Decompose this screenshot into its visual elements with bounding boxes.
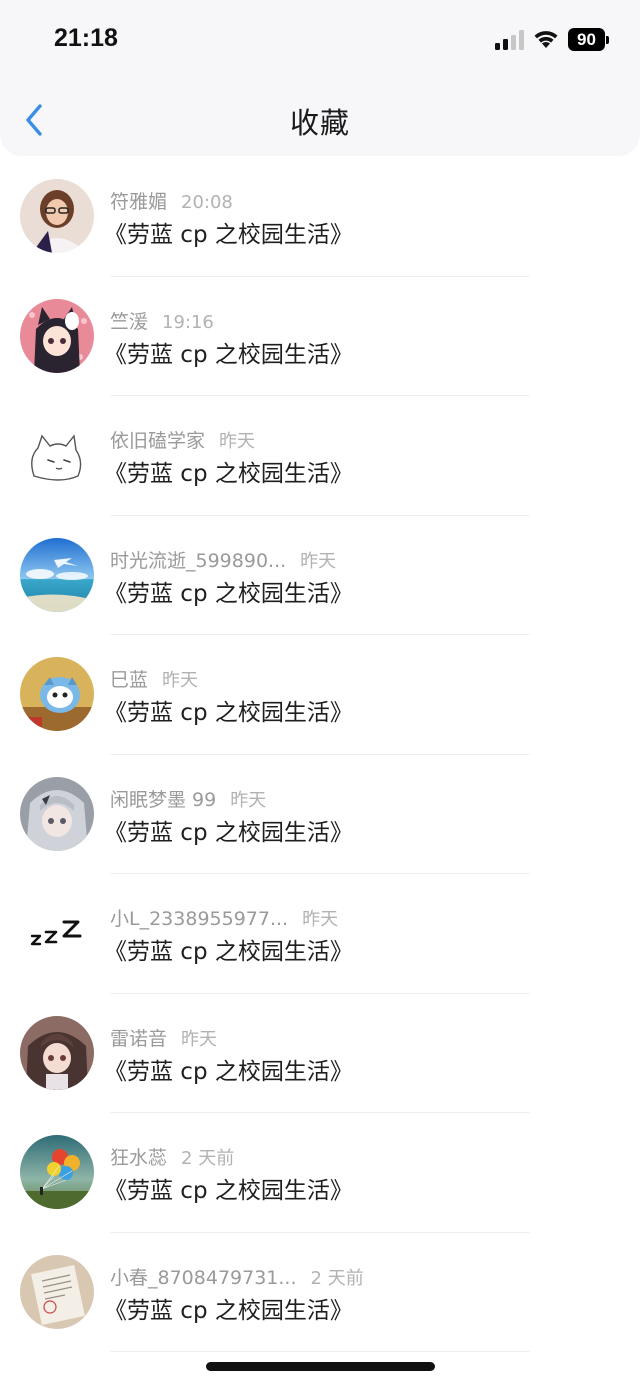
list-item[interactable]: 时光流逝_599890... 昨天 《劳蓝 cp 之校园生活》 xyxy=(0,516,640,635)
avatar[interactable] xyxy=(20,1015,94,1090)
item-time: 2 天前 xyxy=(181,1148,235,1169)
item-meta: 巳蓝 昨天 xyxy=(110,665,198,691)
list-item[interactable]: 符雅媚 20:08 《劳蓝 cp 之校园生活》 xyxy=(0,157,640,277)
battery-icon: 90 xyxy=(568,28,610,51)
item-title[interactable]: 《劳蓝 cp 之校园生活》 xyxy=(104,1052,353,1086)
item-title[interactable]: 《劳蓝 cp 之校园生活》 xyxy=(104,215,353,249)
item-meta: 依旧磕学家 昨天 xyxy=(110,426,255,452)
avatar[interactable] xyxy=(20,896,94,970)
item-title[interactable]: 《劳蓝 cp 之校园生活》 xyxy=(104,1171,353,1205)
item-title[interactable]: 《劳蓝 cp 之校园生活》 xyxy=(104,932,353,966)
page-title: 收藏 xyxy=(289,106,350,140)
item-meta: 狂水蕊 2 天前 xyxy=(110,1143,234,1169)
status-time: 21:18 xyxy=(54,24,118,52)
item-meta: 闲眠梦墨 99 昨天 xyxy=(110,785,266,811)
user-name[interactable]: 巳蓝 xyxy=(110,669,148,691)
list-item[interactable]: 巳蓝 昨天 《劳蓝 cp 之校园生活》 xyxy=(0,635,640,755)
list-item[interactable]: 狂水蕊 2 天前 《劳蓝 cp 之校园生活》 xyxy=(0,1113,640,1233)
top-bar: 21:18 90 收藏 xyxy=(0,0,640,155)
avatar[interactable] xyxy=(20,657,94,731)
item-time: 昨天 xyxy=(162,670,199,691)
item-time: 2 天前 xyxy=(310,1267,364,1289)
user-name[interactable]: 雷诺音 xyxy=(110,1028,167,1050)
item-time: 昨天 xyxy=(181,1028,218,1050)
user-name[interactable]: 闲眠梦墨 99 xyxy=(110,789,216,811)
avatar[interactable] xyxy=(20,1135,94,1209)
favorites-list: 符雅媚 20:08 《劳蓝 cp 之校园生活》 竺湲 19:16 《劳蓝 cp … xyxy=(0,157,640,1352)
battery-level: 90 xyxy=(568,28,605,51)
list-item[interactable]: 依旧磕学家 昨天 《劳蓝 cp 之校园生活》 xyxy=(0,396,640,516)
item-title[interactable]: 《劳蓝 cp 之校园生活》 xyxy=(104,574,353,608)
home-indicator[interactable] xyxy=(206,1362,435,1371)
list-item[interactable]: 小L_2338955977... 昨天 《劳蓝 cp 之校园生活》 xyxy=(0,874,640,994)
user-name[interactable]: 竺湲 xyxy=(110,311,148,333)
avatar[interactable] xyxy=(20,179,94,253)
list-item[interactable]: 闲眠梦墨 99 昨天 《劳蓝 cp 之校园生活》 xyxy=(0,755,640,874)
user-name[interactable]: 狂水蕊 xyxy=(110,1147,167,1169)
divider xyxy=(110,1351,530,1352)
item-title[interactable]: 《劳蓝 cp 之校园生活》 xyxy=(104,1291,353,1325)
item-time: 昨天 xyxy=(300,550,337,572)
item-title[interactable]: 《劳蓝 cp 之校园生活》 xyxy=(104,693,353,727)
item-title[interactable]: 《劳蓝 cp 之校园生活》 xyxy=(104,335,353,369)
list-item[interactable]: 小春_8708479731... 2 天前 《劳蓝 cp 之校园生活》 xyxy=(0,1233,640,1352)
item-time: 昨天 xyxy=(219,431,256,452)
battery-tip xyxy=(606,36,609,44)
item-time: 昨天 xyxy=(230,789,267,811)
avatar[interactable] xyxy=(20,418,94,492)
avatar[interactable] xyxy=(20,776,94,851)
avatar[interactable] xyxy=(20,1254,94,1329)
list-item[interactable]: 竺湲 19:16 《劳蓝 cp 之校园生活》 xyxy=(0,277,640,396)
item-title[interactable]: 《劳蓝 cp 之校园生活》 xyxy=(104,454,353,488)
user-name[interactable]: 符雅媚 xyxy=(110,191,167,213)
item-meta: 小春_8708479731... 2 天前 xyxy=(110,1263,364,1289)
item-title[interactable]: 《劳蓝 cp 之校园生活》 xyxy=(104,813,353,847)
item-time: 昨天 xyxy=(302,909,339,930)
user-name[interactable]: 小L_2338955977... xyxy=(110,908,288,930)
avatar[interactable] xyxy=(20,298,94,373)
item-meta: 雷诺音 昨天 xyxy=(110,1024,217,1050)
item-meta: 符雅媚 20:08 xyxy=(110,187,233,213)
list-item[interactable]: 雷诺音 昨天 《劳蓝 cp 之校园生活》 xyxy=(0,994,640,1113)
wifi-icon xyxy=(534,31,558,48)
avatar[interactable] xyxy=(20,537,94,612)
user-name[interactable]: 依旧磕学家 xyxy=(110,430,205,452)
user-name[interactable]: 时光流逝_599890... xyxy=(110,550,286,572)
item-meta: 时光流逝_599890... 昨天 xyxy=(110,546,336,572)
item-meta: 小L_2338955977... 昨天 xyxy=(110,904,338,930)
item-time: 20:08 xyxy=(181,192,233,213)
signal-icon xyxy=(495,30,524,50)
item-time: 19:16 xyxy=(162,311,214,333)
user-name[interactable]: 小春_8708479731... xyxy=(110,1267,297,1289)
item-meta: 竺湲 19:16 xyxy=(110,307,214,333)
status-bar: 21:18 90 xyxy=(0,0,640,82)
